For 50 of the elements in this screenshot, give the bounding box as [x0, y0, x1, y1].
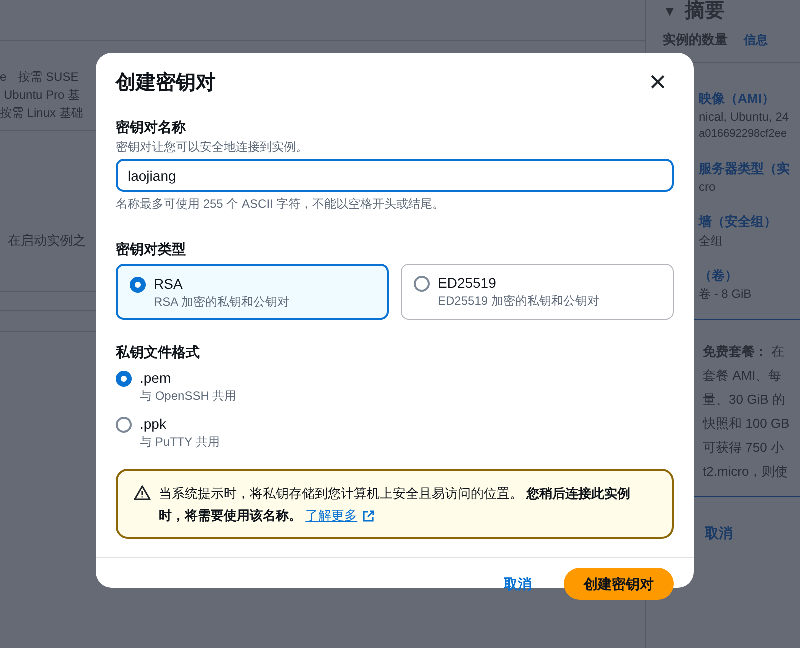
dialog-title: 创建密钥对 [116, 70, 216, 96]
alert-text: 当系统提示时，将私钥存储到您计算机上安全且易访问的位置。 您稍后连接此实例时，将需要使用该名称。 了解更多 [159, 483, 656, 525]
field-description: 密钥对让您可以安全地连接到实例。 [116, 139, 309, 156]
field-label: 密钥对名称 [116, 118, 187, 137]
table-cell-text: e [0, 69, 7, 86]
free-tier-text: 免费套餐： 在 [703, 343, 785, 361]
field-label: 密钥对类型 [116, 240, 187, 259]
radio-button[interactable] [130, 277, 146, 293]
free-tier-text: 量、30 GiB 的 [703, 391, 786, 409]
summary-heading: 墙（安全组） [699, 213, 777, 231]
option-title: .pem [140, 369, 172, 387]
count-label: 实例的数量 [663, 31, 728, 49]
option-title: .ppk [140, 415, 168, 433]
summary-heading: （卷） [699, 266, 738, 284]
field-label: 私钥文件格式 [116, 343, 201, 362]
summary-value: 卷 - 8 GiB [699, 286, 752, 303]
key-name-field[interactable]: laojiang [116, 159, 674, 192]
summary-title: 摘要 [684, 0, 725, 24]
option-description: ED25519 加密的私钥和公钥对 [438, 293, 600, 310]
create-key-pair-button[interactable]: 创建密钥对 [564, 568, 674, 600]
radio-button[interactable] [116, 417, 132, 433]
summary-heading: 映像（AMI） [699, 90, 775, 108]
option-description: 与 OpenSSH 共用 [140, 388, 237, 405]
summary-heading: 服务器类型（实 [699, 160, 790, 178]
option-title: RSA [154, 275, 184, 293]
key-type-option[interactable]: ED25519 ED25519 加密的私钥和公钥对 [401, 264, 674, 320]
cancel-button[interactable]: 取消 [488, 568, 548, 600]
option-description: RSA 加密的私钥和公钥对 [154, 294, 290, 311]
radio-button[interactable] [116, 371, 132, 387]
summary-value: a016692298cf2ee [699, 127, 788, 142]
table-cell-text: 按需 SUSE [18, 69, 79, 86]
summary-value: 全组 [699, 232, 723, 250]
warning-icon [134, 485, 151, 501]
external-link-icon [362, 510, 375, 522]
free-tier-text: 套餐 AMI、每 [703, 367, 782, 385]
table-cell-text: Ubuntu Pro 基 [3, 87, 80, 104]
option-description: 与 PuTTY 共用 [140, 434, 220, 451]
key-type-option[interactable]: RSA RSA 加密的私钥和公钥对 [116, 264, 389, 320]
field-hint: 名称最多可使用 255 个 ASCII 字符，不能以空格开头或结尾。 [116, 196, 446, 213]
radio-button[interactable] [414, 276, 430, 292]
free-tier-text: 快照和 100 GB [703, 415, 790, 433]
learn-more-link[interactable]: 了解更多 [306, 505, 375, 527]
free-tier-text: t2.micro，则使 [703, 463, 788, 481]
free-tier-text: 可获得 750 小 [703, 439, 784, 457]
summary-value: cro [699, 179, 716, 196]
summary-value: nical, Ubuntu, 24 [699, 109, 790, 126]
info-text: 在启动实例之 [8, 232, 86, 250]
option-title: ED25519 [438, 274, 498, 292]
table-cell-text: 按需 Linux 基础 [0, 105, 84, 122]
close-button[interactable]: × [642, 67, 674, 99]
